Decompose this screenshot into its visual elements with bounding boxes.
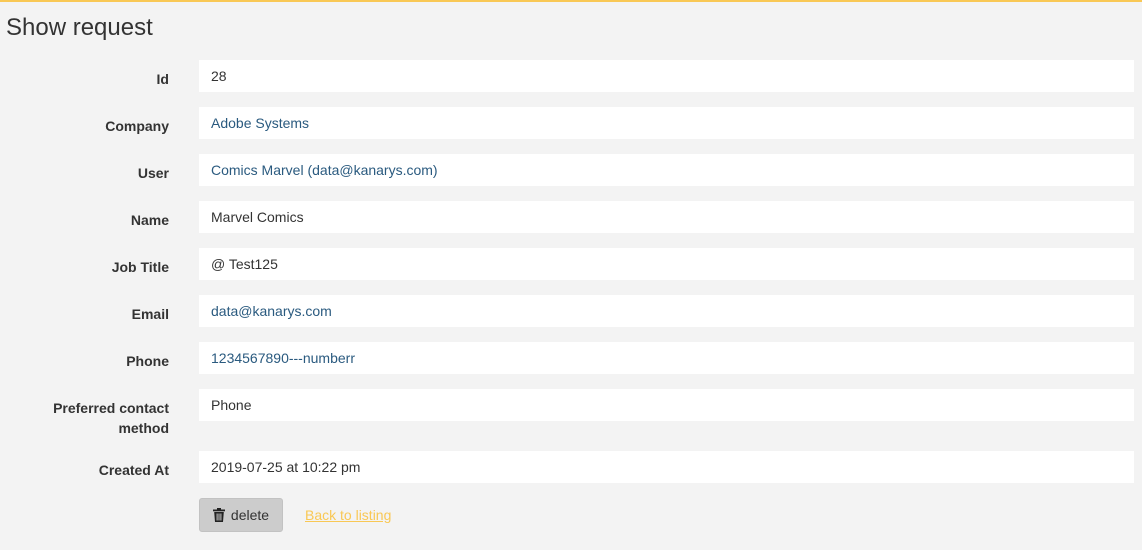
delete-button-label: delete <box>230 507 270 523</box>
field-label-preferred-contact: Preferred contact method <box>19 398 169 438</box>
field-label-created-at: Created At <box>98 462 169 478</box>
field-value-id: 28 <box>199 60 1134 92</box>
back-to-listing-link[interactable]: Back to listing <box>305 507 391 523</box>
field-value-name: Marvel Comics <box>199 201 1134 233</box>
field-label-preferred-contact-line2: method <box>118 420 169 436</box>
field-row-company: Company Adobe Systems <box>0 107 1142 139</box>
delete-button[interactable]: delete <box>199 498 283 532</box>
field-label-preferred-contact-line1: Preferred contact <box>53 400 169 416</box>
field-row-name: Name Marvel Comics <box>0 201 1142 233</box>
field-value-preferred-contact: Phone <box>199 389 1134 421</box>
field-label-company: Company <box>105 118 169 134</box>
field-label-name: Name <box>130 212 169 228</box>
detail-list: Id 28 Company Adobe Systems User Comics … <box>0 60 1142 498</box>
page-title: Show request <box>6 14 153 41</box>
field-row-email: Email data@kanarys.com <box>0 295 1142 327</box>
trash-icon <box>212 508 225 522</box>
user-link[interactable]: Comics Marvel (data@kanarys.com) <box>199 154 1134 186</box>
field-row-phone: Phone 1234567890---numberr <box>0 342 1142 374</box>
field-label-phone: Phone <box>126 353 169 369</box>
field-row-job-title: Job Title @ Test125 <box>0 248 1142 280</box>
phone-link[interactable]: 1234567890---numberr <box>199 342 1134 374</box>
field-row-preferred-contact: Preferred contact method Phone <box>0 389 1142 436</box>
field-label-user: User <box>137 165 169 181</box>
field-label-id: Id <box>156 71 169 87</box>
field-row-id: Id 28 <box>0 60 1142 92</box>
email-link[interactable]: data@kanarys.com <box>199 295 1134 327</box>
company-link[interactable]: Adobe Systems <box>199 107 1134 139</box>
form-actions: delete Back to listing <box>199 498 391 532</box>
field-label-job-title: Job Title <box>111 259 169 275</box>
field-label-email: Email <box>131 306 169 322</box>
field-value-created-at: 2019-07-25 at 10:22 pm <box>199 451 1134 483</box>
field-row-created-at: Created At 2019-07-25 at 10:22 pm <box>0 451 1142 483</box>
field-value-job-title: @ Test125 <box>199 248 1134 280</box>
field-row-user: User Comics Marvel (data@kanarys.com) <box>0 154 1142 186</box>
